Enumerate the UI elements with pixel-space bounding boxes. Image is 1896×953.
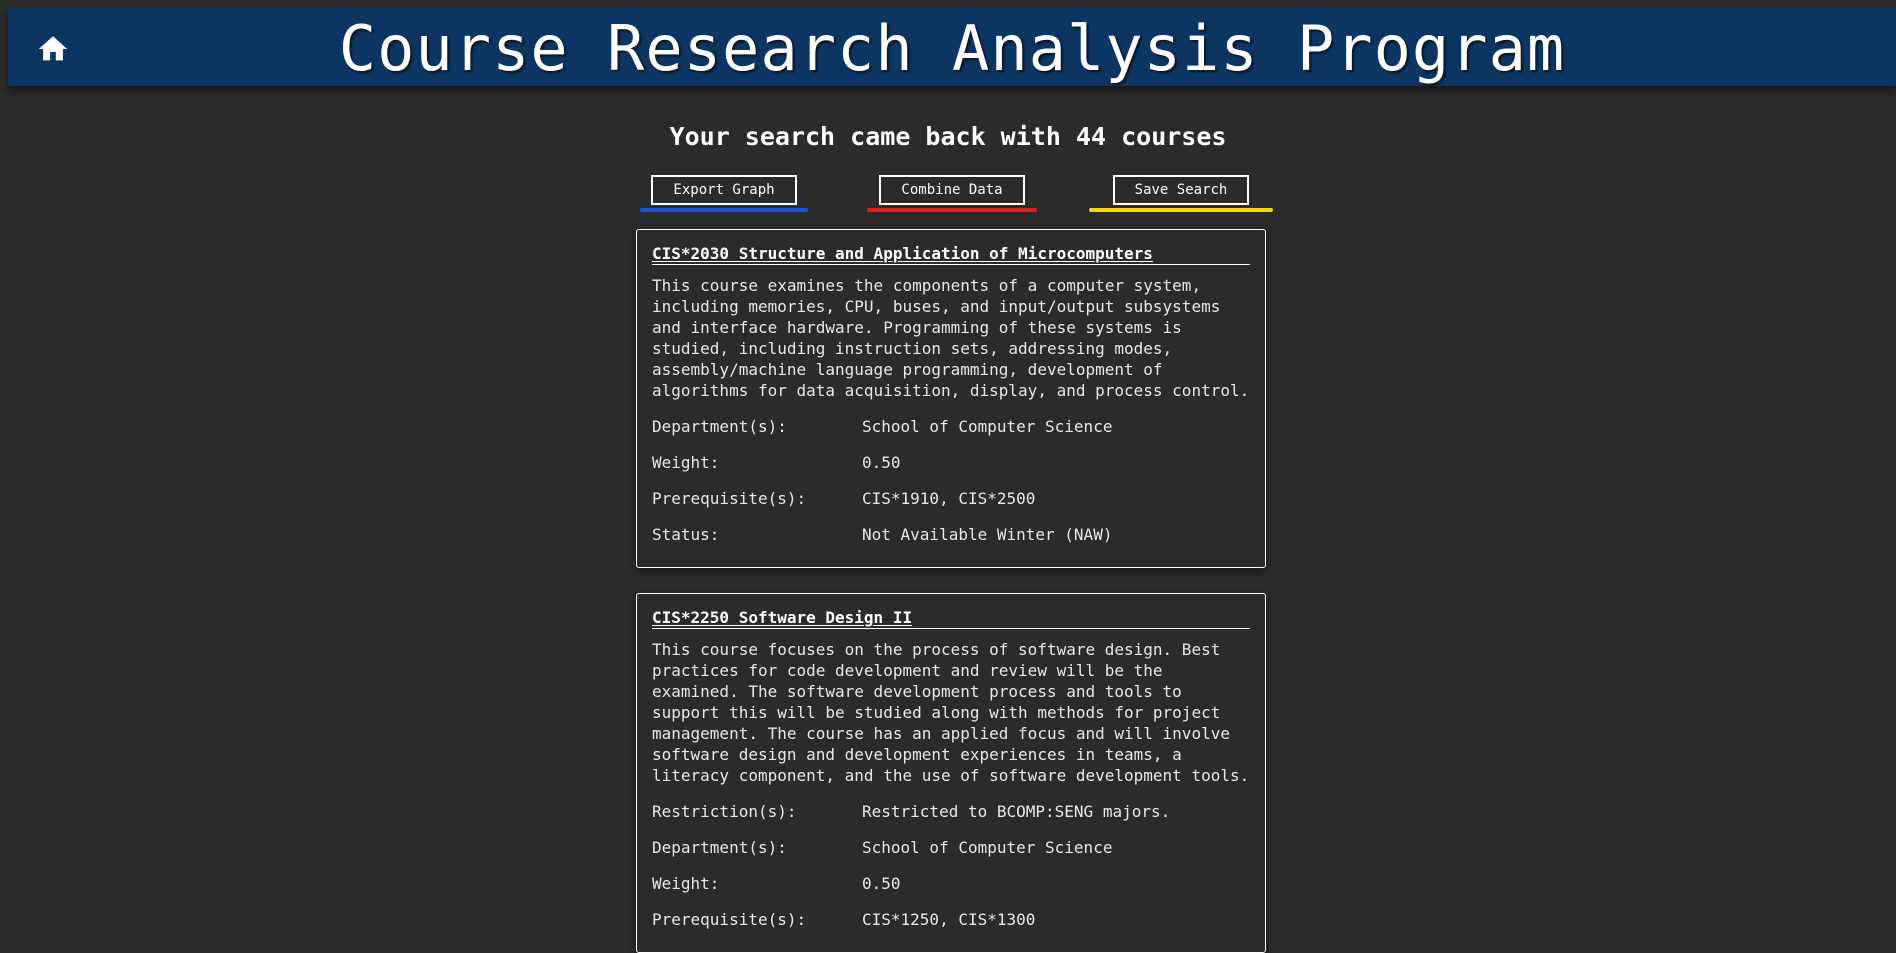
course-field-weight: Weight: 0.50 [652,452,1250,473]
field-label: Prerequisite(s): [652,910,807,929]
app-header: Course Research Analysis Program [8,8,1896,86]
combine-data-button[interactable]: Combine Data [879,175,1025,205]
field-label: Prerequisite(s): [652,489,807,508]
field-value: CIS*1250, CIS*1300 [862,910,1036,929]
field-label: Weight: [652,453,720,472]
field-value: School of Computer Science [862,838,1113,857]
export-graph-wrap: Export Graph [640,175,808,212]
course-card: CIS*2030 Structure and Application of Mi… [636,229,1266,568]
field-value: 0.50 [862,874,901,893]
field-label: Department(s): [652,838,787,857]
export-graph-underline [640,208,808,212]
course-field-prerequisites: Prerequisite(s): CIS*1250, CIS*1300 [652,909,1250,930]
course-field-weight: Weight: 0.50 [652,873,1250,894]
save-search-button[interactable]: Save Search [1112,175,1250,205]
field-label: Department(s): [652,417,787,436]
course-field-department: Department(s): School of Computer Scienc… [652,837,1250,858]
field-value: School of Computer Science [862,417,1113,436]
field-value: Not Available Winter (NAW) [862,525,1113,544]
field-label: Status: [652,525,720,544]
app-title: Course Research Analysis Program [338,12,1566,85]
field-value: Restricted to BCOMP:SENG majors. [862,802,1171,821]
combine-data-wrap: Combine Data [867,175,1037,212]
course-field-prerequisites: Prerequisite(s): CIS*1910, CIS*2500 [652,488,1250,509]
combine-data-underline [867,208,1037,212]
course-card: CIS*2250 Software Design II This course … [636,593,1266,953]
field-value: 0.50 [862,453,901,472]
course-title[interactable]: CIS*2250 Software Design II [652,608,1250,629]
save-search-wrap: Save Search [1089,175,1273,212]
field-value: CIS*1910, CIS*2500 [862,489,1036,508]
course-field-restrictions: Restriction(s): Restricted to BCOMP:SENG… [652,801,1250,822]
course-field-status: Status: Not Available Winter (NAW) [652,524,1250,545]
field-label: Weight: [652,874,720,893]
course-description: This course focuses on the process of so… [652,640,1250,785]
course-title[interactable]: CIS*2030 Structure and Application of Mi… [652,244,1250,265]
field-label: Restriction(s): [652,802,797,821]
result-count-heading: Your search came back with 44 courses [669,122,1227,151]
course-field-department: Department(s): School of Computer Scienc… [652,416,1250,437]
export-graph-button[interactable]: Export Graph [651,175,797,205]
course-description: This course examines the components of a… [652,276,1250,400]
save-search-underline [1089,208,1273,212]
